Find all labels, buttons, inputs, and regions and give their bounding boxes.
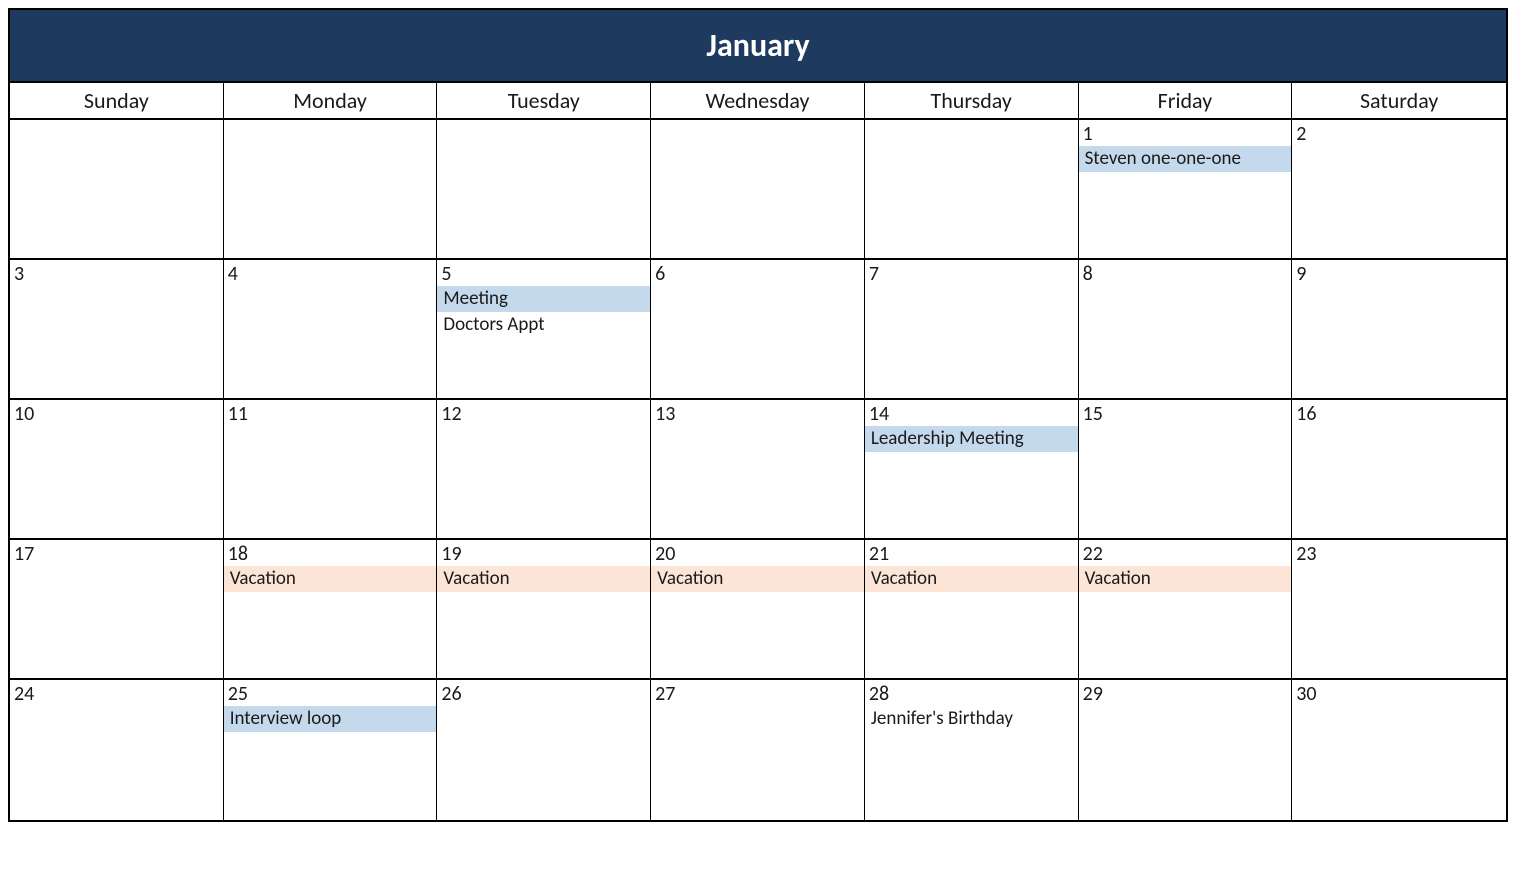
day-number: 6 <box>655 262 860 286</box>
day-number: 20 <box>655 542 860 566</box>
day-cell[interactable]: 13 <box>651 400 865 538</box>
month-header: January <box>10 10 1506 83</box>
day-cell[interactable] <box>865 120 1079 258</box>
day-cell[interactable]: 4 <box>224 260 438 398</box>
day-cell[interactable]: 3 <box>10 260 224 398</box>
day-cell[interactable]: 27 <box>651 680 865 820</box>
day-number: 12 <box>441 402 646 426</box>
calendar-event[interactable]: Interview loop <box>224 706 437 732</box>
day-cell[interactable]: 1Steven one-one-one <box>1079 120 1293 258</box>
day-headers-row: Sunday Monday Tuesday Wednesday Thursday… <box>10 83 1506 120</box>
day-cell[interactable]: 22Vacation <box>1079 540 1293 678</box>
day-number: 18 <box>228 542 433 566</box>
day-cell[interactable]: 6 <box>651 260 865 398</box>
day-cell[interactable]: 24 <box>10 680 224 820</box>
day-number: 1 <box>1083 122 1288 146</box>
day-header-tuesday: Tuesday <box>437 83 651 118</box>
calendar-grid: 1Steven one-one-one2345MeetingDoctors Ap… <box>10 120 1506 820</box>
day-cell[interactable]: 15 <box>1079 400 1293 538</box>
day-number: 4 <box>228 262 433 286</box>
day-number: 7 <box>869 262 1074 286</box>
day-number: 29 <box>1083 682 1288 706</box>
day-cell[interactable]: 17 <box>10 540 224 678</box>
day-number: 16 <box>1296 402 1502 426</box>
day-header-sunday: Sunday <box>10 83 224 118</box>
day-cell[interactable]: 28Jennifer's Birthday <box>865 680 1079 820</box>
day-cell[interactable]: 5MeetingDoctors Appt <box>437 260 651 398</box>
calendar-event[interactable]: Vacation <box>865 566 1078 592</box>
calendar-event[interactable]: Meeting <box>437 286 650 312</box>
day-cell[interactable]: 14Leadership Meeting <box>865 400 1079 538</box>
day-cell[interactable]: 21Vacation <box>865 540 1079 678</box>
day-cell[interactable]: 16 <box>1292 400 1506 538</box>
day-number: 23 <box>1296 542 1502 566</box>
day-cell[interactable]: 19Vacation <box>437 540 651 678</box>
day-number: 22 <box>1083 542 1288 566</box>
day-cell[interactable]: 25Interview loop <box>224 680 438 820</box>
day-number: 19 <box>441 542 646 566</box>
day-cell[interactable]: 23 <box>1292 540 1506 678</box>
calendar-event[interactable]: Leadership Meeting <box>865 426 1078 452</box>
day-number: 11 <box>228 402 433 426</box>
calendar-event[interactable]: Vacation <box>1079 566 1292 592</box>
day-number: 30 <box>1296 682 1502 706</box>
day-cell[interactable]: 11 <box>224 400 438 538</box>
day-number: 27 <box>655 682 860 706</box>
day-cell[interactable]: 8 <box>1079 260 1293 398</box>
day-number: 17 <box>14 542 219 566</box>
day-number: 21 <box>869 542 1074 566</box>
day-number: 26 <box>441 682 646 706</box>
day-header-friday: Friday <box>1079 83 1293 118</box>
day-header-saturday: Saturday <box>1292 83 1506 118</box>
day-cell[interactable] <box>224 120 438 258</box>
day-number: 8 <box>1083 262 1288 286</box>
calendar-event[interactable]: Vacation <box>651 566 864 592</box>
calendar-event[interactable]: Doctors Appt <box>437 312 650 338</box>
day-number: 10 <box>14 402 219 426</box>
day-number: 9 <box>1296 262 1502 286</box>
day-cell[interactable]: 30 <box>1292 680 1506 820</box>
day-cell[interactable]: 2 <box>1292 120 1506 258</box>
day-cell[interactable]: 29 <box>1079 680 1293 820</box>
day-cell[interactable]: 26 <box>437 680 651 820</box>
calendar-week: 1718Vacation19Vacation20Vacation21Vacati… <box>10 540 1506 680</box>
day-number: 14 <box>869 402 1074 426</box>
calendar-week: 1011121314Leadership Meeting1516 <box>10 400 1506 540</box>
day-cell[interactable] <box>651 120 865 258</box>
day-cell[interactable]: 20Vacation <box>651 540 865 678</box>
calendar: January Sunday Monday Tuesday Wednesday … <box>8 8 1508 822</box>
calendar-event[interactable]: Vacation <box>224 566 437 592</box>
day-cell[interactable]: 18Vacation <box>224 540 438 678</box>
day-number: 15 <box>1083 402 1288 426</box>
day-header-monday: Monday <box>224 83 438 118</box>
calendar-event[interactable]: Jennifer's Birthday <box>865 706 1078 732</box>
day-cell[interactable]: 9 <box>1292 260 1506 398</box>
day-number: 28 <box>869 682 1074 706</box>
day-cell[interactable]: 12 <box>437 400 651 538</box>
day-cell[interactable] <box>10 120 224 258</box>
day-number: 2 <box>1296 122 1502 146</box>
calendar-event[interactable]: Steven one-one-one <box>1079 146 1292 172</box>
day-number: 24 <box>14 682 219 706</box>
calendar-week: 1Steven one-one-one2 <box>10 120 1506 260</box>
calendar-event[interactable]: Vacation <box>437 566 650 592</box>
day-number: 3 <box>14 262 219 286</box>
day-number: 25 <box>228 682 433 706</box>
calendar-week: 345MeetingDoctors Appt6789 <box>10 260 1506 400</box>
day-cell[interactable]: 7 <box>865 260 1079 398</box>
day-cell[interactable] <box>437 120 651 258</box>
day-number: 5 <box>441 262 646 286</box>
calendar-week: 2425Interview loop262728Jennifer's Birth… <box>10 680 1506 820</box>
day-header-wednesday: Wednesday <box>651 83 865 118</box>
day-number: 13 <box>655 402 860 426</box>
day-cell[interactable]: 10 <box>10 400 224 538</box>
day-header-thursday: Thursday <box>865 83 1079 118</box>
